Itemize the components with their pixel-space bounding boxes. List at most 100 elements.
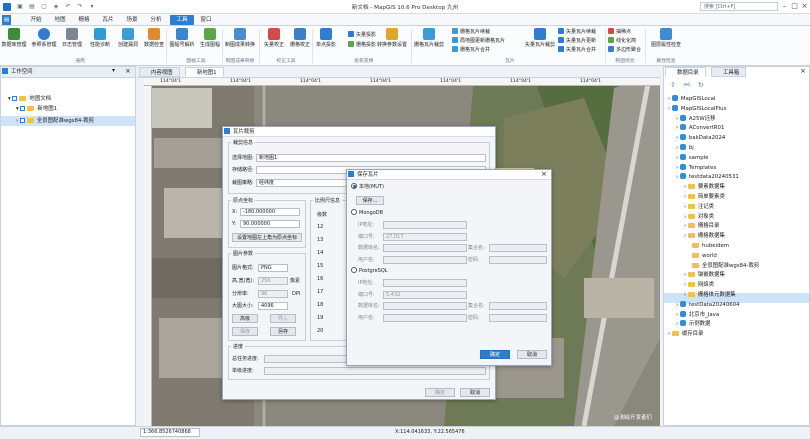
mongodb-radio[interactable]: MongoDB (351, 209, 383, 217)
menu-tile[interactable]: 瓦片 (98, 15, 118, 25)
catalog-item[interactable]: › 镶嵌数据集 (684, 271, 725, 280)
new-icon[interactable]: ▢ (40, 3, 48, 11)
checkbox-icon[interactable] (19, 118, 25, 123)
raster-tile-continue-button[interactable]: 栅格瓦片续裁 (452, 28, 490, 36)
create-bug-button[interactable]: 创建漏洞 (114, 28, 142, 54)
polygon-aggregate-button[interactable]: 多边形聚合 (608, 46, 641, 54)
tree-item-map-doc[interactable]: ▾ 地图文档 (8, 95, 51, 104)
radio-icon[interactable] (351, 209, 357, 215)
file-menu-icon[interactable]: ▤ (2, 15, 11, 25)
minimize-icon[interactable]: – (780, 2, 789, 11)
raster-proj-button[interactable]: 栅格投影 (348, 41, 376, 49)
mongo-user-input[interactable] (383, 256, 467, 264)
tree-item-layer[interactable]: › 全景图配准wgs84-裁剪 (16, 117, 94, 126)
vector-proj-button[interactable]: 矢量投影 (348, 31, 376, 39)
bigimg-select[interactable]: 4096 (258, 302, 288, 310)
format-select[interactable]: PNG (258, 264, 288, 272)
advanced-button[interactable]: 高级 (232, 314, 258, 323)
line-simplify-button[interactable]: 线化化简 (608, 37, 636, 45)
save-path-button[interactable]: 保存... (356, 196, 384, 205)
up-icon[interactable]: ⇧ (670, 81, 676, 89)
single-point-proj-button[interactable]: 单点投影 (312, 28, 340, 54)
raster-tile-update-button[interactable]: 局地图更新栅格瓦片 (452, 37, 505, 45)
radio-icon[interactable] (351, 267, 357, 273)
maximize-icon[interactable]: □ (790, 2, 799, 11)
radio-selected-icon[interactable] (351, 183, 357, 189)
catalog-item[interactable]: › 网络类 (684, 281, 714, 290)
catalog-item[interactable]: › 北京市_Java (676, 310, 719, 320)
catalog-item[interactable]: › 对象类 (684, 213, 714, 222)
catalog-item[interactable]: › 注记类 (684, 203, 714, 212)
postgresql-radio[interactable]: PostgreSQL (351, 267, 388, 275)
pg-pwd-input[interactable] (489, 314, 547, 322)
catalog-item[interactable]: › Templates (676, 163, 716, 173)
map-select[interactable]: 新地图1 (256, 154, 486, 162)
thin-points-button[interactable]: 抽稀点 (608, 28, 631, 36)
menu-analysis[interactable]: 分析 (146, 15, 166, 25)
catalog-item[interactable]: › AConvertR01 (676, 124, 724, 133)
import-button[interactable]: 导入 (270, 314, 296, 323)
pg-port-input[interactable]: 5,432 (383, 291, 467, 299)
menu-tools[interactable]: 工具 (170, 15, 194, 25)
menu-map[interactable]: 地图 (50, 15, 70, 25)
undo-icon[interactable]: ↶ (64, 3, 72, 11)
size-input[interactable]: 256 (258, 277, 288, 285)
db-manage-button[interactable]: 数据库管理 (0, 28, 28, 54)
open-icon[interactable]: ▤ (28, 3, 36, 11)
close-icon[interactable]: × (800, 2, 809, 11)
x-input[interactable]: -180.000000 (240, 208, 300, 216)
clip-cancel-button[interactable]: 取消 (460, 388, 490, 397)
panel-close-icon[interactable]: × (800, 67, 806, 75)
dropdown-icon[interactable]: ▾ (88, 3, 96, 11)
tab-content-view[interactable]: 内容视图 (139, 67, 180, 77)
layer-attr-check-button[interactable]: 图层属性检查 (648, 28, 684, 54)
mongo-col-input[interactable] (489, 244, 547, 252)
catalog-item[interactable]: › 简单要素类 (684, 193, 725, 202)
catalog-item[interactable]: › 示例数据 (676, 320, 710, 329)
catalog-item[interactable]: › 要素数据集 (684, 183, 725, 192)
catalog-item[interactable]: › A25W迁移 (676, 114, 716, 124)
link-icon[interactable]: ⚯ (684, 81, 690, 89)
tool-icon[interactable]: ◈ (52, 3, 60, 11)
save-param-button[interactable]: 保存 (232, 327, 258, 336)
pg-col-input[interactable] (489, 302, 547, 310)
pg-db-input[interactable] (383, 302, 467, 310)
catalog-item[interactable]: › MapGISLocalPlus (668, 104, 726, 114)
checkbox-icon[interactable] (20, 106, 26, 111)
search-input[interactable]: 搜索 [Ctrl+F] (700, 2, 778, 11)
catalog-item[interactable]: world (692, 252, 717, 261)
pg-ip-input[interactable] (383, 279, 467, 287)
catalog-item[interactable]: › testdata20240531 (676, 173, 739, 182)
catalog-item[interactable]: › 栅格数据集 (684, 232, 725, 241)
catalog-item[interactable]: 全景图配准wgs84-裁剪 (692, 262, 759, 271)
sheet-parse-button[interactable]: 图幅号解析 (168, 28, 196, 54)
save-ok-button[interactable]: 确定 (480, 350, 510, 359)
y-input[interactable]: 90.000000 (240, 220, 300, 228)
clip-ok-button[interactable]: 确定 (425, 388, 455, 397)
tab-toolbox[interactable]: 工具箱 (711, 67, 747, 77)
panel-close-icon[interactable]: × (125, 67, 131, 75)
set-origin-button[interactable]: 设置地图左上角为原点坐标 (232, 233, 302, 242)
mongo-port-input[interactable]: 27,017 (383, 233, 467, 241)
menu-start[interactable]: 开始 (26, 15, 46, 25)
convert-param-button[interactable]: 转换参数设置 (374, 28, 410, 54)
catalog-item[interactable]: › testData20240604 (676, 300, 740, 310)
scale-input[interactable]: 1:366.8526740868 (140, 428, 200, 437)
ref-system-button[interactable]: 参照系管理 (30, 28, 58, 54)
vector-tile-update-button[interactable]: 矢量瓦片更新 (558, 37, 596, 45)
menu-window[interactable]: 窗口 (196, 15, 216, 25)
vector-tile-continue-button[interactable]: 矢量瓦片续裁 (558, 28, 596, 36)
mongo-pwd-input[interactable] (489, 256, 547, 264)
local-radio[interactable]: 本地(MUT) (351, 183, 384, 191)
gen-sheet-button[interactable]: 生成图幅 (196, 28, 224, 54)
vector-tile-clip-button[interactable]: 矢量瓦片裁剪 (522, 28, 558, 54)
checkbox-icon[interactable] (12, 96, 18, 101)
perf-diag-button[interactable]: 性能诊断 (86, 28, 114, 54)
catalog-item[interactable]: › MapGISLocal (668, 95, 715, 104)
mongo-db-input[interactable] (383, 244, 467, 252)
saveas-param-button[interactable]: 另存 (270, 327, 296, 336)
save-icon[interactable]: ▣ (16, 3, 24, 11)
redo-icon[interactable]: ↷ (76, 3, 84, 11)
tab-data-catalog[interactable]: 数据目录 (665, 67, 706, 77)
raster-correct-button[interactable]: 栅格校正 (286, 28, 314, 54)
